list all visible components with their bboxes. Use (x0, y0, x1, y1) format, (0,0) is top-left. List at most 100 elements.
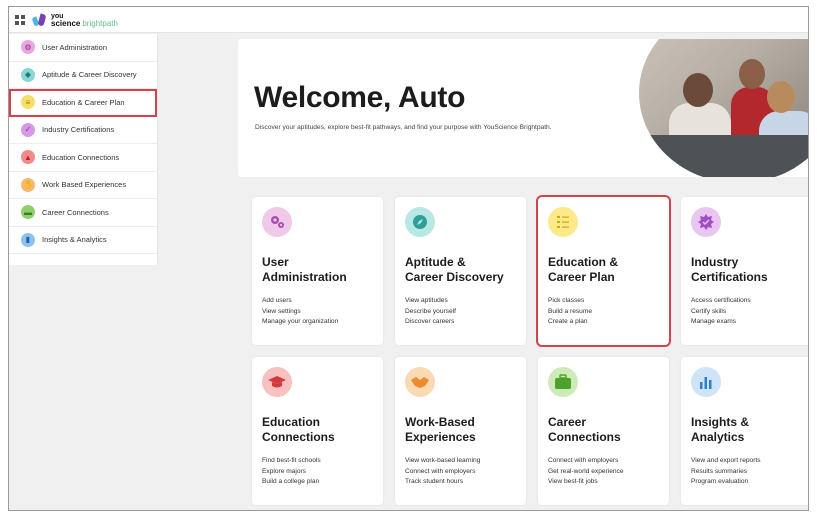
card-links: View work-based learning Connect with em… (405, 456, 480, 488)
compass-icon (405, 207, 435, 237)
card-links: Add users View settings Manage your orga… (262, 296, 338, 328)
graduation-cap-icon: ▲ (21, 150, 35, 165)
card-user-administration[interactable]: User Administration Add users View setti… (252, 197, 383, 345)
card-title: Education & Career Plan (548, 255, 666, 285)
handshake-icon: ✋ (21, 177, 35, 192)
card-link[interactable]: Connect with employers (405, 467, 480, 478)
card-title: User Administration (262, 255, 380, 285)
sidebar-item-insights-analytics[interactable]: ▮ Insights & Analytics (9, 227, 157, 254)
card-link[interactable]: Program evaluation (691, 477, 761, 488)
card-title: Career Connections (548, 415, 666, 445)
card-insights-analytics[interactable]: Insights & Analytics View and export rep… (681, 357, 808, 505)
badge-icon: ✓ (21, 122, 35, 137)
page-title: Welcome, Auto (254, 81, 466, 114)
card-links: Pick classes Build a resume Create a pla… (548, 296, 592, 328)
card-title-line2: Administration (262, 270, 347, 284)
card-link[interactable]: View best-fit jobs (548, 477, 624, 488)
card-title: Insights & Analytics (691, 415, 808, 445)
welcome-banner: Welcome, Auto Discover your aptitudes, e… (238, 39, 808, 177)
compass-icon: ◆ (21, 67, 35, 82)
handshake-icon (405, 367, 435, 397)
top-bar: you science brightpath (9, 7, 808, 33)
card-link[interactable]: Track student hours (405, 477, 480, 488)
sidebar-item-label: User Administration (42, 42, 108, 52)
card-link[interactable]: Manage exams (691, 317, 751, 328)
card-link[interactable]: Discover careers (405, 317, 456, 328)
card-link[interactable]: Create a plan (548, 317, 592, 328)
sidebar-item-education-career-plan[interactable]: ≡ Education & Career Plan (9, 89, 157, 117)
sidebar-item-industry-certifications[interactable]: ✓ Industry Certifications (9, 117, 157, 144)
card-link[interactable]: Build a college plan (262, 477, 321, 488)
sidebar-item-label: Aptitude & Career Discovery (42, 70, 137, 80)
sidebar-item-label: Education & Career Plan (42, 97, 125, 107)
card-link[interactable]: View settings (262, 307, 338, 318)
card-education-career-plan[interactable]: Education & Career Plan Pick classes Bui… (536, 195, 671, 347)
card-industry-certifications[interactable]: Industry Certifications Access certifica… (681, 197, 808, 345)
card-title: Industry Certifications (691, 255, 808, 285)
bar-chart-icon: ▮ (21, 232, 35, 247)
gears-icon (262, 207, 292, 237)
badge-icon (691, 207, 721, 237)
card-title-line2: Analytics (691, 430, 745, 444)
sidebar-item-user-administration[interactable]: ⚙ User Administration (9, 34, 157, 62)
app-launcher-grid-icon[interactable] (15, 15, 25, 25)
card-link[interactable]: View work-based learning (405, 456, 480, 467)
card-title: Aptitude & Career Discovery (405, 255, 523, 285)
students-photo (639, 39, 808, 177)
card-link[interactable]: Pick classes (548, 296, 592, 307)
sidebar-item-aptitude-career-discovery[interactable]: ◆ Aptitude & Career Discovery (9, 62, 157, 89)
sidebar-item-career-connections[interactable]: ▬ Career Connections (9, 199, 157, 227)
card-education-connections[interactable]: Education Connections Find best-fit scho… (252, 357, 383, 505)
card-link[interactable]: Manage your organization (262, 317, 338, 328)
card-title-line1: Education (262, 415, 321, 429)
gears-icon: ⚙ (21, 40, 35, 55)
sidebar-item-work-based-experiences[interactable]: ✋ Work Based Experiences (9, 172, 157, 199)
card-links: Connect with employers Get real-world ex… (548, 456, 624, 488)
card-links: View aptitudes Describe yourself Discove… (405, 296, 456, 328)
graduation-cap-icon (262, 367, 292, 397)
card-link[interactable]: Describe yourself (405, 307, 456, 318)
card-link[interactable]: Add users (262, 296, 338, 307)
card-link[interactable]: Get real-world experience (548, 467, 624, 478)
card-links: Access certifications Certify skills Man… (691, 296, 751, 328)
card-link[interactable]: Explore majors (262, 467, 321, 478)
card-title-line2: Certifications (691, 270, 768, 284)
card-title-line1: User (262, 255, 289, 269)
bar-chart-icon (691, 367, 721, 397)
sidebar-item-label: Education Connections (42, 152, 120, 162)
sidebar-item-label: Industry Certifications (42, 125, 115, 135)
checklist-icon: ≡ (21, 95, 35, 110)
card-links: View and export reports Results summarie… (691, 456, 761, 488)
card-title-line1: Education & (548, 255, 619, 269)
card-title-line1: Insights & (691, 415, 750, 429)
briefcase-icon (548, 367, 578, 397)
card-link[interactable]: Results summaries (691, 467, 761, 478)
card-link[interactable]: Access certifications (691, 296, 751, 307)
card-link[interactable]: View and export reports (691, 456, 761, 467)
logo-mark-icon (31, 12, 47, 27)
sidebar-menu: ⚙ User Administration ◆ Aptitude & Caree… (9, 34, 158, 265)
card-link[interactable]: Certify skills (691, 307, 751, 318)
card-link[interactable]: Connect with employers (548, 456, 624, 467)
youscience-brightpath-logo[interactable]: you science brightpath (31, 11, 118, 29)
card-link[interactable]: View aptitudes (405, 296, 456, 307)
card-aptitude-career-discovery[interactable]: Aptitude & Career Discovery View aptitud… (395, 197, 526, 345)
card-work-based-experiences[interactable]: Work-Based Experiences View work-based l… (395, 357, 526, 505)
card-title-line2: Career Plan (548, 270, 615, 284)
sidebar-item-label: Insights & Analytics (42, 235, 107, 245)
welcome-subtitle: Discover your aptitudes, explore best-fi… (255, 124, 552, 131)
card-title-line1: Industry (691, 255, 739, 269)
logo-science-text: science (51, 19, 81, 28)
briefcase-icon: ▬ (21, 205, 35, 220)
card-career-connections[interactable]: Career Connections Connect with employer… (538, 357, 669, 505)
logo-brightpath-text: brightpath (82, 19, 118, 28)
card-title-line2: Experiences (405, 430, 476, 444)
card-title: Education Connections (262, 415, 380, 445)
app-window: you science brightpath ⚙ User Administra… (8, 6, 809, 511)
card-link[interactable]: Build a resume (548, 307, 592, 318)
sidebar-item-education-connections[interactable]: ▲ Education Connections (9, 144, 157, 172)
card-title-line1: Career (548, 415, 587, 429)
card-title-line2: Career Discovery (405, 270, 504, 284)
card-title-line1: Work-Based (405, 415, 475, 429)
card-link[interactable]: Find best-fit schools (262, 456, 321, 467)
